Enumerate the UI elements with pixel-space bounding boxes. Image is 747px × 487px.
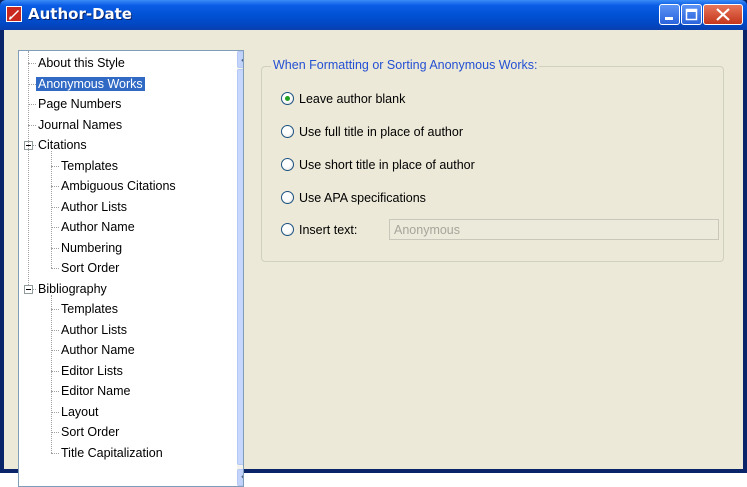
collapse-toggle-icon[interactable] bbox=[24, 284, 33, 294]
scroll-up-button[interactable] bbox=[237, 51, 243, 68]
insert-text-input[interactable] bbox=[389, 219, 719, 240]
tree-item[interactable]: Author Lists bbox=[59, 320, 129, 340]
title-bar[interactable]: Author-Date bbox=[0, 0, 747, 30]
tree-item[interactable]: Numbering bbox=[59, 238, 124, 258]
tree-item[interactable]: Layout bbox=[59, 402, 101, 422]
tree-item[interactable]: Citations bbox=[36, 135, 89, 155]
tree-item-label: Author Lists bbox=[61, 199, 128, 214]
tree-item[interactable]: Author Name bbox=[59, 340, 137, 360]
tree-item-label: About this Style bbox=[38, 56, 125, 70]
tree-item-label: Author Lists bbox=[61, 322, 128, 337]
tree-item[interactable]: Author Lists bbox=[59, 197, 129, 217]
tree-item-label: Page Numbers bbox=[38, 97, 122, 111]
tree-item[interactable]: Templates bbox=[59, 299, 120, 319]
radio-button[interactable] bbox=[281, 223, 294, 236]
tree-item[interactable]: Editor Lists bbox=[59, 361, 125, 381]
tree-item-label: Ambiguous Citations bbox=[61, 179, 176, 193]
tree-item[interactable]: Templates bbox=[59, 156, 120, 176]
radio-label: Use short title in place of author bbox=[299, 158, 475, 172]
maximize-button[interactable] bbox=[681, 4, 702, 25]
tree-item-label: Anonymous Works bbox=[36, 76, 145, 91]
tree-item-label: Citations bbox=[38, 138, 87, 152]
radio-label: Leave author blank bbox=[299, 92, 406, 106]
radio-label: Use full title in place of author bbox=[299, 125, 463, 139]
tree-item[interactable]: Sort Order bbox=[59, 422, 121, 442]
tree-item[interactable]: Editor Name bbox=[59, 381, 132, 401]
tree-item-label: Layout bbox=[61, 404, 99, 419]
tree-item-label: Journal Names bbox=[38, 117, 123, 132]
scroll-down-button[interactable] bbox=[237, 469, 243, 486]
tree-item-label: Sort Order bbox=[61, 261, 120, 275]
scroll-thumb[interactable] bbox=[237, 69, 243, 465]
tree-item[interactable]: Anonymous Works bbox=[36, 74, 145, 94]
style-tree[interactable]: About this Style Anonymous Works Page Numb… bbox=[18, 50, 244, 487]
tree-item[interactable]: Bibliography bbox=[36, 279, 109, 299]
window-title: Author-Date bbox=[28, 5, 132, 23]
tree-item[interactable]: Sort Order bbox=[59, 258, 121, 278]
tree-scrollbar[interactable] bbox=[237, 51, 243, 486]
tree-item-label: Sort Order bbox=[61, 425, 120, 439]
radio-button[interactable] bbox=[281, 191, 294, 204]
client-area: About this Style Anonymous Works Page Numb… bbox=[4, 30, 743, 487]
tree-item[interactable]: About this Style bbox=[36, 53, 127, 73]
group-label: When Formatting or Sorting Anonymous Wor… bbox=[271, 58, 540, 72]
radio-button[interactable] bbox=[281, 125, 294, 138]
radio-button[interactable] bbox=[281, 92, 294, 105]
tree-item-label: Editor Lists bbox=[61, 363, 123, 378]
tree-item[interactable]: Page Numbers bbox=[36, 94, 123, 114]
minimize-button[interactable] bbox=[659, 4, 680, 25]
tree-item[interactable]: Journal Names bbox=[36, 115, 124, 135]
tree-item-label: Templates bbox=[61, 158, 118, 173]
tree-item[interactable]: Title Capitalization bbox=[59, 443, 165, 463]
tree-item-label: Author Name bbox=[61, 343, 135, 357]
tree-item-label: Title Capitalization bbox=[61, 445, 163, 460]
tree-item-label: Author Name bbox=[61, 220, 135, 234]
anonymous-works-group: When Formatting or Sorting Anonymous Wor… bbox=[261, 58, 724, 262]
tree-item-label: Templates bbox=[61, 302, 118, 316]
close-button[interactable] bbox=[703, 4, 743, 25]
tree-item[interactable]: Author Name bbox=[59, 217, 137, 237]
radio-label: Insert text: bbox=[299, 223, 358, 237]
app-icon bbox=[6, 6, 22, 22]
radio-label: Use APA specifications bbox=[299, 191, 426, 205]
tree-item-label: Bibliography bbox=[38, 281, 107, 296]
tree-item-label: Numbering bbox=[61, 240, 123, 255]
radio-button[interactable] bbox=[281, 158, 294, 171]
author-date-window: Author-Date About this Style Anonymous W… bbox=[0, 0, 747, 487]
tree-item[interactable]: Ambiguous Citations bbox=[59, 176, 178, 196]
options-panel: When Formatting or Sorting Anonymous Wor… bbox=[248, 44, 743, 469]
tree-item-label: Editor Name bbox=[61, 384, 131, 398]
